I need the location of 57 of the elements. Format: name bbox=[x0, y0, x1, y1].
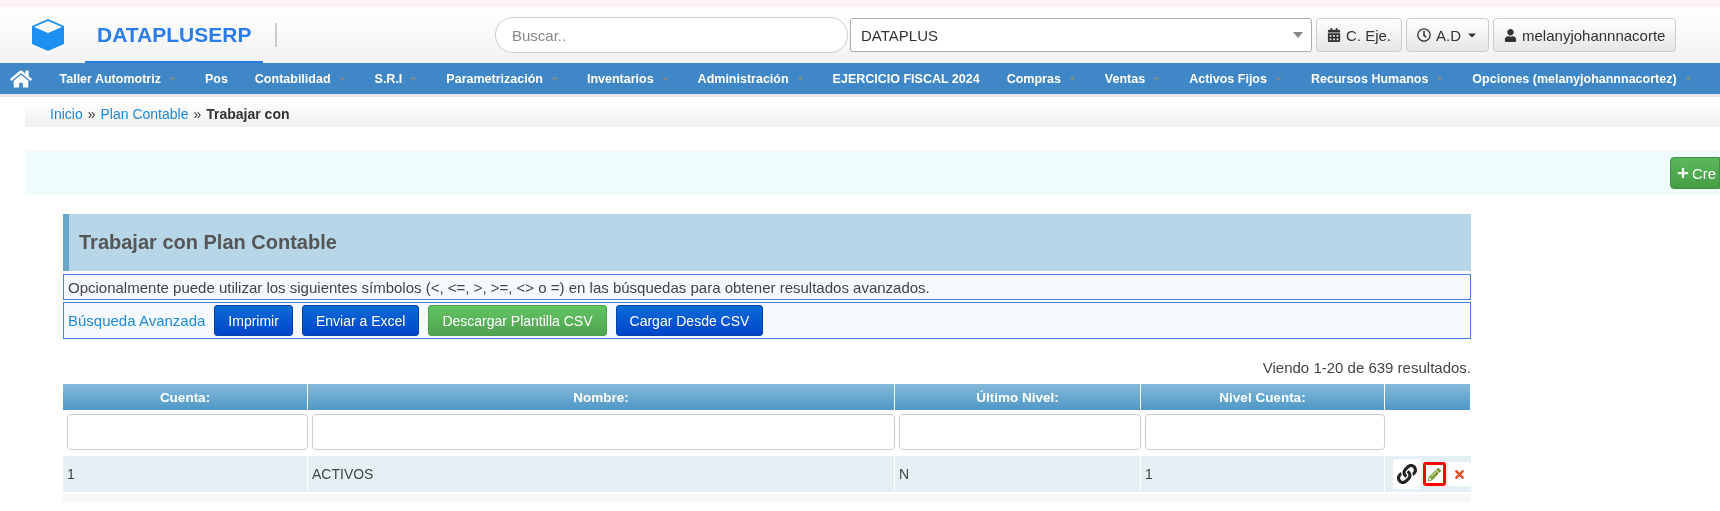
filter-field[interactable] bbox=[899, 414, 1141, 450]
link-button[interactable] bbox=[1393, 459, 1422, 489]
nav-menu-item[interactable]: Activos Fijos bbox=[1175, 63, 1298, 94]
nav-menu-item[interactable]: EJERCICIO FISCAL 2024 bbox=[819, 63, 994, 94]
nav-menu-item[interactable]: S.R.I bbox=[361, 63, 433, 94]
user-icon bbox=[1504, 28, 1518, 42]
nav-menu-item[interactable]: Recursos Humanos bbox=[1297, 63, 1459, 94]
create-button[interactable]: Cre bbox=[1670, 157, 1720, 189]
breadcrumb-separator: » bbox=[87, 106, 96, 122]
header-button[interactable]: A.D bbox=[1406, 18, 1490, 52]
link-icon bbox=[1397, 464, 1418, 484]
results-summary: Viendo 1-20 de 639 resultados. bbox=[1261, 359, 1471, 376]
column-header: Cuenta: bbox=[63, 384, 308, 410]
table-cell: ACTIVOS bbox=[308, 456, 895, 492]
nav-menu-item[interactable]: Pos bbox=[191, 63, 242, 94]
table-cell: N bbox=[895, 456, 1141, 492]
filter-field[interactable] bbox=[67, 414, 308, 450]
column-header: Nivel Cuenta: bbox=[1141, 384, 1385, 410]
clock-icon bbox=[1417, 28, 1431, 42]
breadcrumb-current: Trabajar con bbox=[206, 106, 290, 122]
advanced-search-link[interactable]: Búsqueda Avanzada bbox=[68, 312, 206, 329]
breadcrumb-separator: » bbox=[193, 106, 202, 122]
pencil-icon bbox=[1428, 467, 1442, 481]
nav-menu-item[interactable]: Compras bbox=[993, 63, 1092, 94]
header-button[interactable]: C. Eje. bbox=[1316, 18, 1402, 52]
edit-button[interactable] bbox=[1423, 462, 1447, 486]
breadcrumb-link[interactable]: Inicio bbox=[50, 106, 83, 122]
table-cell: 1 bbox=[63, 456, 308, 492]
panel-title: Trabajar con Plan Contable bbox=[63, 214, 1471, 271]
nav-menu-item[interactable]: Ventas bbox=[1091, 63, 1176, 94]
cube-logo-icon bbox=[29, 18, 66, 52]
nav-menu-item[interactable]: Opciones (melanyjohannnacortez) bbox=[1458, 63, 1708, 94]
company-select[interactable]: DATAPLUS bbox=[850, 18, 1312, 52]
breadcrumb-link[interactable]: Plan Contable bbox=[100, 106, 189, 122]
delete-button[interactable] bbox=[1448, 462, 1471, 486]
search-hint: Opcionalmente puede utilizar los siguientes símbolos (<, <=, >, >=, <> o =) en las búsquedas para obtener resultados avanzados. bbox=[63, 274, 1471, 300]
column-header: Nombre: bbox=[308, 384, 895, 410]
toolbar-button[interactable]: Enviar a Excel bbox=[301, 305, 420, 336]
plus-icon bbox=[1677, 167, 1689, 179]
table-cell: 1 bbox=[1141, 456, 1385, 492]
calendar-icon bbox=[1327, 28, 1341, 42]
nav-menu-item[interactable]: Contabilidad bbox=[241, 63, 362, 94]
toolbar-button[interactable]: Cargar Desde CSV bbox=[615, 305, 764, 336]
search-field[interactable]: Buscar.. bbox=[495, 17, 848, 53]
home-icon bbox=[10, 67, 32, 90]
column-header: Último Nivel: bbox=[895, 384, 1141, 410]
nav-menu-item[interactable]: Taller Automotriz bbox=[46, 63, 192, 94]
toolbar-button[interactable]: Descargar Plantilla CSV bbox=[428, 305, 607, 336]
nav-menu-item[interactable]: Inventarios bbox=[573, 63, 685, 94]
close-icon bbox=[1453, 467, 1467, 481]
filter-field[interactable] bbox=[312, 414, 895, 450]
header-button[interactable]: melanyjohannnacorte bbox=[1493, 18, 1677, 52]
toolbar-button[interactable]: Imprimir bbox=[214, 305, 293, 336]
nav-menu-item[interactable]: Parametrización bbox=[432, 63, 574, 94]
filter-field[interactable] bbox=[1145, 414, 1385, 450]
dropdown-arrow-icon bbox=[1293, 32, 1303, 38]
nav-menu-item[interactable]: Administración bbox=[684, 63, 820, 94]
